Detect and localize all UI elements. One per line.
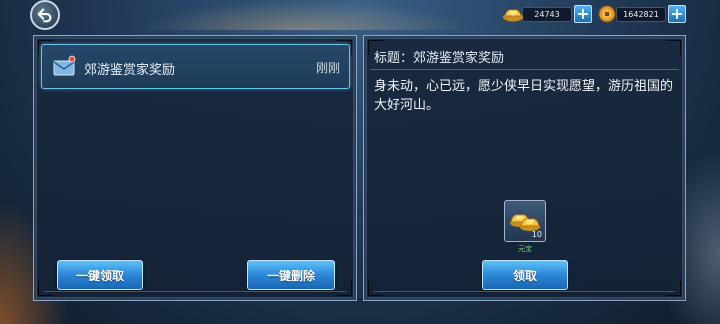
mail-list-panel: 郊游鉴赏家奖励 刚刚 一键领取 一键删除	[33, 35, 357, 301]
add-gold-ingot-button[interactable]: +	[574, 5, 592, 23]
copper-coin-currency: 1642821 +	[598, 4, 686, 24]
copper-coin-icon	[598, 5, 616, 23]
mail-envelope-icon	[53, 55, 76, 76]
copper-coin-amount: 1642821	[616, 6, 666, 22]
back-arrow-icon	[37, 8, 52, 23]
panel-corner-ornament	[38, 281, 53, 296]
mail-detail-body: 身未动，心已远，愿少侠早日实现愿望，游历祖国的大好河山。	[374, 79, 674, 113]
gold-ingot-icon	[503, 9, 523, 22]
reward-item-name: 元宝	[518, 245, 532, 253]
mail-detail-panel: 标题：郊游鉴赏家奖励 身未动，心已远，愿少侠早日实现愿望，游历祖国的大好河山。 …	[363, 35, 686, 301]
panel-corner-ornament	[666, 40, 681, 55]
back-button[interactable]	[30, 0, 60, 30]
gold-ingot-amount: 24743	[522, 6, 572, 22]
panel-corner-ornament	[666, 281, 681, 296]
reward-item-slot[interactable]: 10	[504, 200, 546, 242]
panel-divider	[374, 291, 675, 292]
title-divider	[370, 69, 679, 70]
panel-divider	[44, 291, 346, 292]
panel-corner-ornament	[368, 281, 383, 296]
mail-item-time: 刚刚	[315, 61, 340, 75]
background-lantern-glow	[140, 0, 470, 30]
reward-item-count: 10	[531, 230, 542, 239]
mail-list-item[interactable]: 郊游鉴赏家奖励 刚刚	[41, 44, 350, 89]
delete-all-button[interactable]: 一键删除	[247, 260, 335, 290]
claim-all-button[interactable]: 一键领取	[57, 260, 143, 290]
claim-button[interactable]: 领取	[482, 260, 568, 290]
panel-corner-ornament	[337, 281, 352, 296]
add-copper-coin-button[interactable]: +	[668, 5, 686, 23]
mail-detail-title: 标题：郊游鉴赏家奖励	[374, 51, 505, 66]
mail-item-title: 郊游鉴赏家奖励	[84, 63, 176, 78]
gold-ingot-currency: 24743 +	[503, 4, 592, 24]
